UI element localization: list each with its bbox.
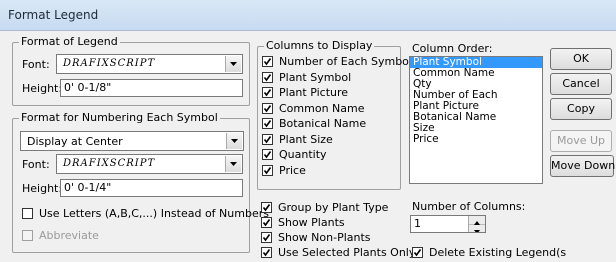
show-plants-label: Show Plants [278,216,345,229]
column-checkbox-label: Common Name [279,101,365,115]
window-title: Format Legend [8,8,99,22]
group-by-plant-type-label: Group by Plant Type [278,201,389,214]
column-checkbox-label: Plant Size [279,132,333,146]
move-up-button[interactable]: Move Up [550,130,612,152]
ok-button[interactable]: OK [550,48,612,70]
columns-to-display-title: Columns to Display [264,39,375,52]
display-mode-value: Display at Center [27,135,123,148]
numbering-height-label: Height: [22,182,63,195]
legend-height-label: Height: [22,82,63,95]
legend-font-value: DRAFIXSCRIPT [63,58,156,69]
checkbox-box[interactable] [261,232,272,243]
use-letters-label: Use Letters (A,B,C,...) Instead of Numbe… [39,207,269,220]
legend-font-label: Font: [22,58,50,71]
checkbox-box[interactable] [262,164,273,176]
chevron-down-icon[interactable] [226,133,242,149]
number-of-columns-input[interactable]: 1 [410,215,486,233]
checkbox-box[interactable] [262,87,273,98]
column-checkbox-label: Botanical Name [279,117,367,130]
checkbox-box[interactable] [261,247,272,258]
column-checkbox-label: Price [279,163,306,177]
copy-button[interactable]: Copy [550,98,612,120]
column-order-item[interactable]: Price [410,134,542,145]
chevron-down-icon[interactable] [225,56,241,72]
checkbox-box[interactable] [412,247,423,258]
format-numbering-title: Format for Numbering Each Symbol [19,111,220,124]
show-non-plants-label: Show Non-Plants [278,231,371,244]
number-of-columns-value: 1 [414,217,421,230]
checkbox-box[interactable] [22,208,33,219]
checkbox-box[interactable] [261,217,272,228]
move-down-button[interactable]: Move Down [550,155,615,177]
checkbox-box[interactable] [262,118,273,129]
numbering-font-label: Font: [22,158,50,171]
spinner-down-arrow-icon[interactable] [469,225,485,232]
checkbox-box[interactable] [262,56,273,67]
use-selected-plants-only-label: Use Selected Plants Only [278,246,416,259]
number-of-columns-label: Number of Columns: [412,200,526,213]
legend-height-input[interactable]: 0' 0-1/8" [60,79,243,97]
chevron-down-icon[interactable] [225,156,241,172]
checkbox-box[interactable] [262,149,273,160]
numbering-font-value: DRAFIXSCRIPT [63,158,156,169]
checkbox-box[interactable] [22,230,33,241]
checkbox-box[interactable] [261,202,272,213]
display-mode-combo[interactable]: Display at Center [20,131,244,151]
column-checkbox-label: Plant Symbol [279,70,352,84]
cancel-button[interactable]: Cancel [550,73,612,95]
column-order-label: Column Order: [412,42,493,55]
checkbox-box[interactable] [262,71,273,83]
spinner-up-arrow-icon[interactable] [469,216,485,225]
title-bar: Format Legend [0,0,616,31]
column-order-listbox[interactable]: Plant Symbol Common Name Qty Number of Each… [409,56,543,184]
numbering-height-input[interactable]: 0' 0-1/4" [60,179,243,197]
numbering-font-combo[interactable]: DRAFIXSCRIPT [56,154,243,174]
checkbox-box[interactable] [262,102,273,114]
legend-font-combo[interactable]: DRAFIXSCRIPT [56,54,243,74]
checkbox-box[interactable] [262,133,273,145]
column-checkbox-label: Plant Picture [279,86,349,99]
column-checkbox-label: Number of Each Symbol [279,55,412,68]
delete-existing-legends-label: Delete Existing Legend(s [429,246,567,259]
abbreviate-label: Abbreviate [39,229,99,242]
format-of-legend-title: Format of Legend [19,35,120,48]
column-checkbox-label: Quantity [279,148,327,161]
spinner-control[interactable] [468,216,485,232]
